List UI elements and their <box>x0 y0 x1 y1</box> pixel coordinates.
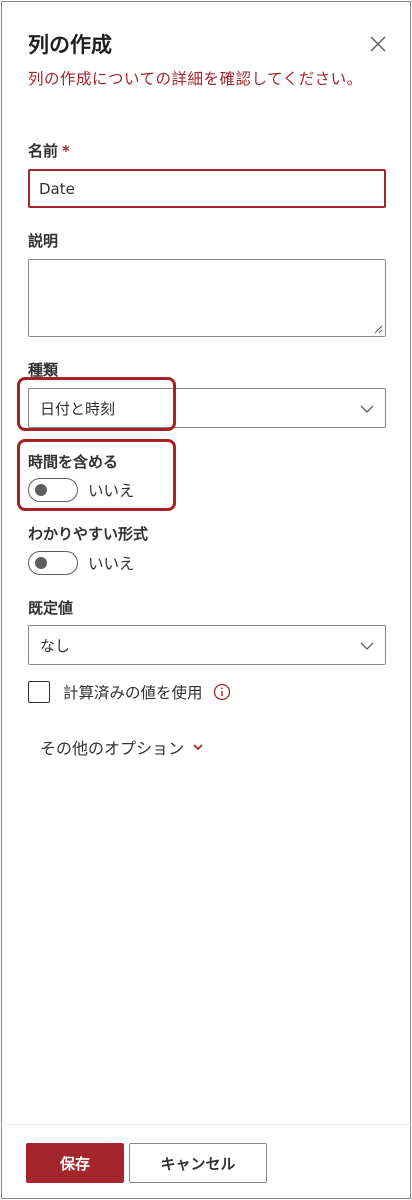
toggle-knob <box>35 557 47 569</box>
use-calculated-checkbox[interactable] <box>28 681 50 703</box>
default-value-label: 既定値 <box>28 599 74 617</box>
close-icon <box>370 36 386 52</box>
chevron-down-icon <box>193 744 203 751</box>
info-icon[interactable] <box>213 683 231 701</box>
chevron-down-icon <box>360 405 374 413</box>
footer-divider <box>1 1124 411 1125</box>
default-value-dropdown[interactable]: なし <box>28 625 386 665</box>
panel-title: 列の作成 <box>28 33 112 57</box>
name-label-text: 名前 <box>28 142 59 160</box>
use-calculated-row: 計算済みの値を使用 <box>28 681 231 703</box>
name-input[interactable]: Date <box>28 169 386 208</box>
use-calculated-label: 計算済みの値を使用 <box>63 684 203 702</box>
description-textarea[interactable] <box>28 259 386 337</box>
default-value-selected: なし <box>40 636 71 655</box>
chevron-down-icon <box>360 642 374 650</box>
description-label: 説明 <box>28 232 59 250</box>
friendly-format-toggle[interactable] <box>28 551 78 575</box>
name-input-value: Date <box>39 179 75 198</box>
more-options-label: その他のオプション <box>40 739 185 758</box>
create-column-panel: 列の作成 列の作成についての詳細を確認してください。 名前 * Date 説明 種… <box>1 1 411 1199</box>
friendly-format-toggle-row: いいえ <box>28 551 135 575</box>
friendly-format-label: わかりやすい形式 <box>28 525 149 543</box>
cancel-button[interactable]: キャンセル <box>129 1143 267 1183</box>
name-label: 名前 * <box>28 140 70 161</box>
close-button[interactable] <box>366 32 390 56</box>
panel-description-link[interactable]: 列の作成についての詳細を確認してください。 <box>28 66 373 92</box>
type-highlight-box <box>17 377 176 431</box>
required-mark: * <box>62 142 70 160</box>
more-options-toggle[interactable]: その他のオプション <box>40 735 204 759</box>
resize-handle-icon[interactable] <box>373 324 383 334</box>
friendly-format-state: いいえ <box>88 555 135 573</box>
include-time-highlight-box <box>17 439 176 511</box>
save-button[interactable]: 保存 <box>26 1143 124 1183</box>
